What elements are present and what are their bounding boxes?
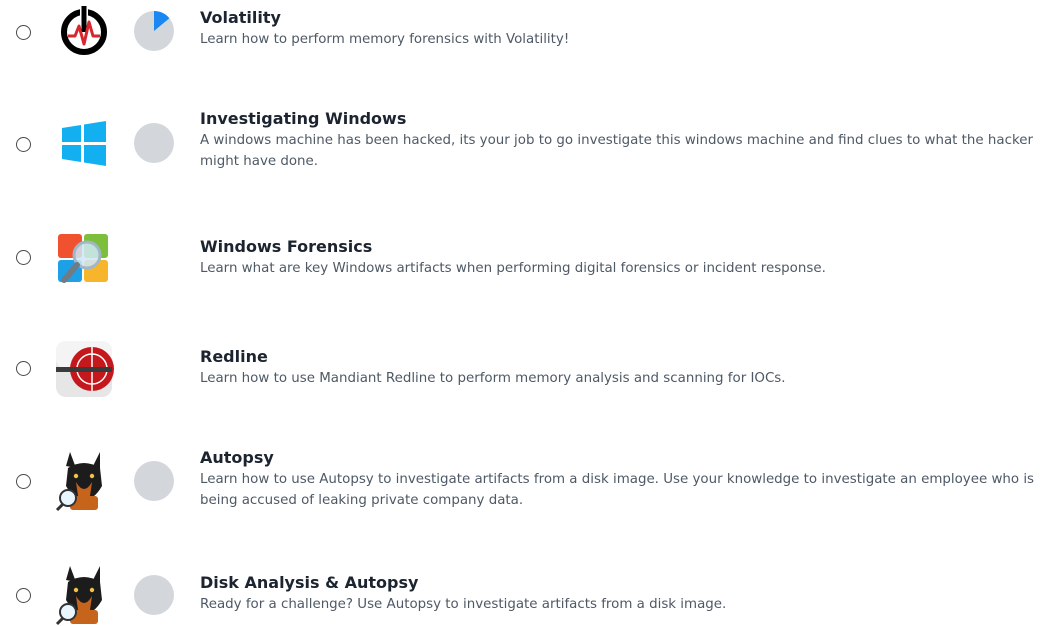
autopsy-dog-icon [55, 452, 102, 512]
windows-forensics-magnifier-icon [58, 234, 108, 283]
room-description: Learn how to perform memory forensics wi… [200, 32, 570, 47]
room-description: Learn how to use Mandiant Redline to per… [200, 371, 786, 386]
progress-pie [134, 575, 174, 615]
progress-pie [134, 461, 174, 501]
progress-pie [134, 123, 174, 163]
room-select-radio[interactable] [16, 588, 31, 603]
volatility-power-icon [61, 6, 107, 55]
room-select-radio[interactable] [16, 137, 31, 152]
room-select-radio[interactable] [16, 361, 31, 376]
room-select-radio[interactable] [16, 25, 31, 40]
room-title[interactable]: Volatility [200, 7, 1040, 29]
room-description: Learn how to use Autopsy to investigate … [200, 472, 1035, 508]
room-description: Ready for a challenge? Use Autopsy to in… [200, 597, 727, 612]
room-select-radio[interactable] [16, 474, 31, 489]
progress-track [134, 123, 174, 163]
room-title[interactable]: Redline [200, 346, 1040, 368]
autopsy-dog-icon [55, 566, 102, 626]
room-title[interactable]: Investigating Windows [200, 108, 1040, 130]
progress-track [134, 461, 174, 501]
room-description: Learn what are key Windows artifacts whe… [200, 261, 826, 276]
progress-pie [134, 11, 174, 51]
room-title[interactable]: Autopsy [200, 447, 1040, 469]
room-title[interactable]: Windows Forensics [200, 236, 1040, 258]
room-description: A windows machine has been hacked, its y… [200, 133, 1033, 169]
room-select-radio[interactable] [16, 250, 31, 265]
progress-track [134, 575, 174, 615]
room-title[interactable]: Disk Analysis & Autopsy [200, 572, 1040, 594]
redline-logo-icon [56, 341, 114, 397]
windows-logo-icon [62, 121, 106, 166]
